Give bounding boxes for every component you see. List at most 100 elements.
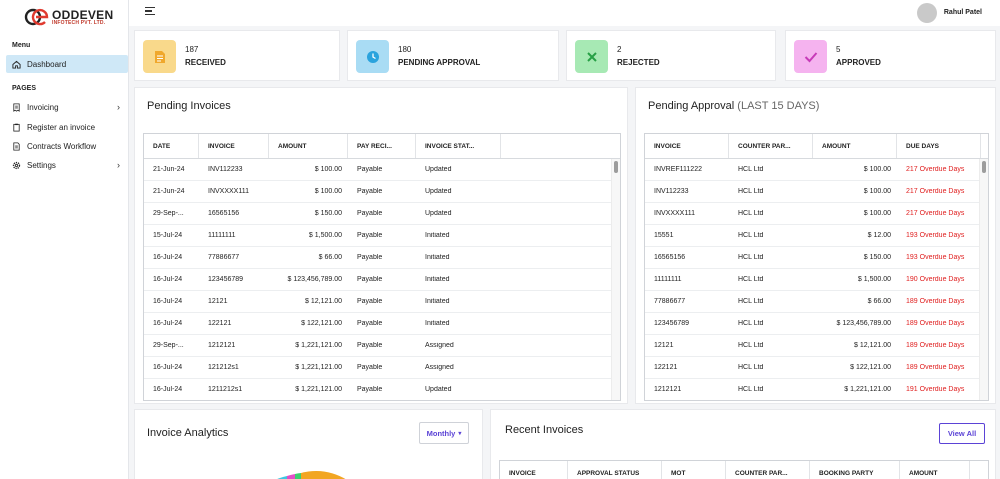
- column-header[interactable]: COUNTER PAR...: [726, 461, 810, 479]
- sidebar-item-invoicing[interactable]: Invoicing ›: [6, 98, 128, 116]
- vertical-scrollbar[interactable]: [979, 159, 988, 400]
- panel-title-text: Pending Approval: [648, 100, 735, 112]
- sidebar-item-contracts-workflow[interactable]: Contracts Workflow: [6, 137, 128, 155]
- table-cell: Payable: [357, 298, 383, 305]
- table-cell: 123456789: [208, 276, 244, 283]
- table-row[interactable]: 16-Jul-24 1211212s1 $ 1,221,121.00 Payable U…: [144, 379, 620, 400]
- column-header[interactable]: INVOICE: [645, 134, 729, 158]
- grid-header: INVOICE APPROVAL STATUS MOT COUNTER PAR.…: [500, 461, 988, 479]
- table-row[interactable]: 122121 HCL Ltd $ 122,121.00 189 Overdue Day…: [645, 357, 988, 379]
- table-row[interactable]: INVREF111222 HCL Ltd $ 100.00 217 Overdue D…: [645, 159, 988, 181]
- user-name[interactable]: Rahul Patel: [944, 9, 982, 16]
- scrollbar-thumb[interactable]: [614, 161, 618, 173]
- check-icon: [794, 40, 827, 73]
- caret-down-icon: ▾: [458, 430, 462, 437]
- invoice-analytics-panel: Invoice Analytics Monthly ▾: [134, 409, 483, 479]
- table-cell: 16-Jul-24: [153, 276, 183, 283]
- column-header[interactable]: AMOUNT: [813, 134, 897, 158]
- table-cell: 21-Jun-24: [153, 188, 185, 195]
- vertical-scrollbar[interactable]: [611, 159, 620, 400]
- table-row[interactable]: 16565156 HCL Ltd $ 150.00 193 Overdue Days: [645, 247, 988, 269]
- table-cell: 217 Overdue Days: [906, 188, 965, 195]
- recent-invoices-panel: Recent Invoices View All INVOICE APPROVA…: [490, 409, 996, 479]
- table-cell: HCL Ltd: [738, 342, 764, 349]
- column-header[interactable]: INVOICE: [199, 134, 269, 158]
- table-cell: 1212121: [208, 342, 236, 349]
- logo-subtitle: INFOTECH PVT. LTD.: [52, 19, 106, 26]
- table-cell: $ 12.00: [867, 232, 891, 239]
- period-dropdown[interactable]: Monthly ▾: [419, 422, 469, 444]
- table-row[interactable]: 16-Jul-24 122121 $ 122,121.00 Payable Initia…: [144, 313, 620, 335]
- column-header[interactable]: BOOKING PARTY: [810, 461, 900, 479]
- panel-title: Recent Invoices: [505, 424, 584, 436]
- table-row[interactable]: INV112233 HCL Ltd $ 100.00 217 Overdue Days: [645, 181, 988, 203]
- column-header[interactable]: AMOUNT: [269, 134, 348, 158]
- chevron-right-icon: ›: [117, 102, 120, 112]
- table-row[interactable]: 29-Sep-... 1212121 $ 1,221,121.00 Payable As…: [144, 335, 620, 357]
- table-cell: Assigned: [425, 342, 454, 349]
- stat-card-rejected[interactable]: 2 REJECTED: [566, 30, 776, 81]
- sidebar-item-register-invoice[interactable]: Register an invoice: [6, 118, 128, 136]
- table-cell: 189 Overdue Days: [906, 364, 965, 371]
- table-row[interactable]: 16-Jul-24 121212s1 $ 1,221,121.00 Payable As…: [144, 357, 620, 379]
- stat-label: PENDING APPROVAL: [398, 58, 481, 67]
- top-bar: Rahul Patel: [129, 0, 1000, 26]
- table-cell: $ 1,221,121.00: [295, 386, 342, 393]
- avatar[interactable]: [917, 3, 937, 23]
- view-all-button[interactable]: View All: [939, 423, 985, 444]
- table-row[interactable]: 15551 HCL Ltd $ 12.00 193 Overdue Days: [645, 225, 988, 247]
- scrollbar-thumb[interactable]: [982, 161, 986, 173]
- table-row[interactable]: 11111111 HCL Ltd $ 1,500.00 190 Overdue Day…: [645, 269, 988, 291]
- stat-count: 187: [185, 45, 199, 54]
- table-row[interactable]: 21-Jun-24 INV112233 $ 100.00 Payable Updated: [144, 159, 620, 181]
- table-cell: Payable: [357, 210, 383, 217]
- table-cell: 190 Overdue Days: [906, 276, 965, 283]
- table-cell: 217 Overdue Days: [906, 210, 965, 217]
- sidebar-item-label: Register an invoice: [27, 122, 96, 132]
- table-cell: Updated: [425, 188, 452, 195]
- table-row[interactable]: 1212121 HCL Ltd $ 1,221,121.00 191 Overdue …: [645, 379, 988, 400]
- analytics-donut-chart: [277, 471, 346, 479]
- chevron-right-icon: ›: [117, 160, 120, 170]
- table-cell: $ 66.00: [867, 298, 891, 305]
- menu-toggle-icon[interactable]: [145, 7, 155, 17]
- column-header[interactable]: INVOICE: [500, 461, 568, 479]
- table-row[interactable]: 29-Sep-... 16565156 $ 150.00 Payable Updated: [144, 203, 620, 225]
- table-cell: 12121: [654, 342, 674, 349]
- column-header[interactable]: MOT: [662, 461, 726, 479]
- column-header[interactable]: APPROVAL STATUS: [568, 461, 662, 479]
- table-row[interactable]: 21-Jun-24 INVXXXX111 $ 100.00 Payable Update…: [144, 181, 620, 203]
- column-header[interactable]: DATE: [144, 134, 199, 158]
- table-row[interactable]: 15-Jul-24 11111111 $ 1,500.00 Payable Initia…: [144, 225, 620, 247]
- table-row[interactable]: 12121 HCL Ltd $ 12,121.00 189 Overdue Days: [645, 335, 988, 357]
- table-row[interactable]: 16-Jul-24 12121 $ 12,121.00 Payable Initiate…: [144, 291, 620, 313]
- table-row[interactable]: 77886677 HCL Ltd $ 66.00 189 Overdue Days: [645, 291, 988, 313]
- sidebar: ODDEVEN INFOTECH PVT. LTD. Menu Dashboar…: [0, 0, 129, 479]
- sidebar-item-label: Contracts Workflow: [27, 141, 97, 151]
- table-cell: 29-Sep-...: [153, 210, 184, 217]
- panel-title: Invoice Analytics: [147, 427, 229, 439]
- stat-card-received[interactable]: 187 RECEIVED: [134, 30, 340, 81]
- table-cell: $ 1,221,121.00: [295, 364, 342, 371]
- table-cell: Payable: [357, 320, 383, 327]
- column-header[interactable]: COUNTER PAR...: [729, 134, 813, 158]
- table-cell: 77886677: [654, 298, 686, 305]
- table-row[interactable]: 16-Jul-24 77886677 $ 66.00 Payable Initiated: [144, 247, 620, 269]
- table-row[interactable]: 16-Jul-24 123456789 $ 123,456,789.00 Payabl…: [144, 269, 620, 291]
- table-cell: INV112233: [654, 188, 689, 195]
- table-cell: 189 Overdue Days: [906, 320, 965, 327]
- table-cell: INVXXXX111: [654, 210, 695, 217]
- column-header[interactable]: DUE DAYS: [897, 134, 981, 158]
- table-row[interactable]: 123456789 HCL Ltd $ 123,456,789.00 189 Over…: [645, 313, 988, 335]
- column-header[interactable]: INVOICE STAT...: [416, 134, 501, 158]
- column-header[interactable]: PAY RECI...: [348, 134, 416, 158]
- table-cell: Payable: [357, 188, 383, 195]
- stat-card-approved[interactable]: 5 APPROVED: [785, 30, 996, 81]
- column-header[interactable]: AMOUNT: [900, 461, 970, 479]
- sidebar-item-settings[interactable]: Settings ›: [6, 156, 128, 174]
- stat-card-pending-approval[interactable]: 180 PENDING APPROVAL: [347, 30, 559, 81]
- sidebar-item-dashboard[interactable]: Dashboard: [6, 55, 128, 73]
- table-row[interactable]: INVXXXX111 HCL Ltd $ 100.00 217 Overdue Day…: [645, 203, 988, 225]
- company-logo[interactable]: ODDEVEN INFOTECH PVT. LTD.: [24, 6, 114, 28]
- table-cell: $ 100.00: [863, 210, 891, 217]
